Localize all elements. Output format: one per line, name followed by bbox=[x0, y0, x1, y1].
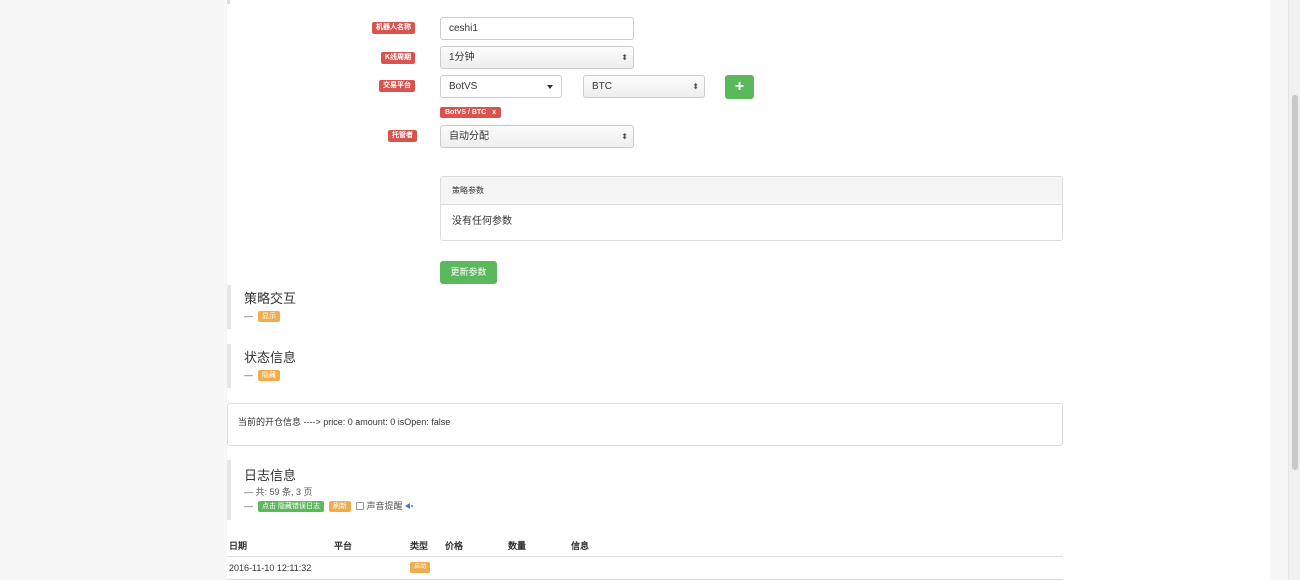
hide-error-logs-button[interactable]: 点击 隐藏错误日志 bbox=[258, 501, 324, 512]
vertical-scrollbar[interactable] bbox=[1288, 0, 1300, 580]
collapse-dash: — bbox=[244, 501, 253, 511]
collapse-dash: — bbox=[244, 370, 253, 380]
refresh-logs-button[interactable]: 刷新 bbox=[328, 501, 351, 512]
status-info-section: 状态信息 — 隐藏 bbox=[227, 344, 296, 388]
sound-alert-checkbox[interactable] bbox=[355, 502, 364, 510]
log-info-title: 日志信息 bbox=[244, 468, 297, 483]
strategy-interaction-title: 策略交互 bbox=[244, 291, 297, 306]
column-header-type: 类型 bbox=[410, 541, 429, 551]
hide-status-button[interactable]: 隐藏 bbox=[258, 370, 280, 381]
collapse-dash: — bbox=[244, 311, 253, 321]
page: 机器人名称 K线周期 交易平台 托管者 ceshi1 1分钟 ⬍ BotVS B… bbox=[0, 0, 1300, 580]
host-label: 托管者 bbox=[388, 130, 417, 142]
speaker-icon bbox=[402, 501, 414, 511]
top-left-divider bbox=[227, 0, 230, 4]
column-header-info: 信息 bbox=[571, 541, 590, 551]
log-summary: — 共: 59 条, 3 页 bbox=[244, 487, 313, 497]
remove-exchange-tag-button[interactable]: x bbox=[492, 109, 496, 116]
host-value: 自动分配 bbox=[449, 131, 489, 142]
exchange-tag: BotVS / BTC x bbox=[440, 107, 502, 118]
strategy-interaction-row: — 显示 bbox=[244, 310, 296, 322]
log-controls: — 点击 隐藏错误日志 刷新 声音提醒 bbox=[244, 500, 414, 512]
exchange-tag-label: BotVS / BTC bbox=[445, 109, 487, 116]
log-info-section: 日志信息 — 共: 59 条, 3 页 — 点击 隐藏错误日志 刷新 声音提醒 bbox=[227, 460, 414, 520]
column-header-date: 日期 bbox=[229, 541, 248, 551]
status-info-row: — 隐藏 bbox=[244, 369, 296, 381]
host-select[interactable]: 自动分配 ⬍ bbox=[440, 125, 634, 148]
robot-name-label: 机器人名称 bbox=[372, 22, 415, 34]
kline-period-label: K线周期 bbox=[381, 52, 416, 64]
column-header-platform: 平台 bbox=[334, 541, 353, 551]
select-arrows-icon: ⬍ bbox=[692, 82, 699, 91]
kline-period-select[interactable]: 1分钟 ⬍ bbox=[440, 46, 634, 69]
update-params-button[interactable]: 更新参数 bbox=[440, 261, 497, 284]
column-header-price: 价格 bbox=[445, 541, 464, 551]
add-exchange-button[interactable]: + bbox=[725, 75, 754, 99]
table-header-divider bbox=[227, 556, 1063, 557]
exchange-label: 交易平台 bbox=[379, 80, 415, 92]
strategy-params-panel: 策略参数 没有任何参数 bbox=[440, 176, 1063, 241]
strategy-interaction-section: 策略交互 — 显示 bbox=[227, 285, 296, 329]
caret-down-icon bbox=[547, 85, 553, 89]
scrollbar-thumb[interactable] bbox=[1292, 95, 1298, 470]
log-type-badge: 启动 bbox=[410, 562, 431, 573]
kline-period-value: 1分钟 bbox=[449, 52, 475, 63]
currency-select[interactable]: BTC ⬍ bbox=[583, 75, 705, 98]
exchange-select[interactable]: BotVS bbox=[440, 75, 562, 98]
sound-alert-label: 声音提醒 bbox=[366, 501, 403, 511]
status-info-title: 状态信息 bbox=[244, 350, 297, 365]
show-interaction-button[interactable]: 显示 bbox=[258, 311, 280, 322]
status-message-box: 当前的开仓信息 ----> price: 0 amount: 0 isOpen:… bbox=[227, 403, 1063, 446]
column-header-amount: 数量 bbox=[508, 541, 527, 551]
table-cell-date: 2016-11-10 12:11:32 bbox=[229, 563, 312, 573]
robot-name-input[interactable]: ceshi1 bbox=[440, 17, 634, 40]
plus-icon: + bbox=[734, 78, 745, 95]
strategy-params-body: 没有任何参数 bbox=[452, 216, 512, 227]
currency-value: BTC bbox=[592, 81, 612, 92]
exchange-value: BotVS bbox=[449, 81, 478, 92]
strategy-params-title: 策略参数 bbox=[441, 177, 1062, 205]
select-arrows-icon: ⬍ bbox=[621, 53, 628, 62]
select-arrows-icon: ⬍ bbox=[621, 132, 628, 141]
